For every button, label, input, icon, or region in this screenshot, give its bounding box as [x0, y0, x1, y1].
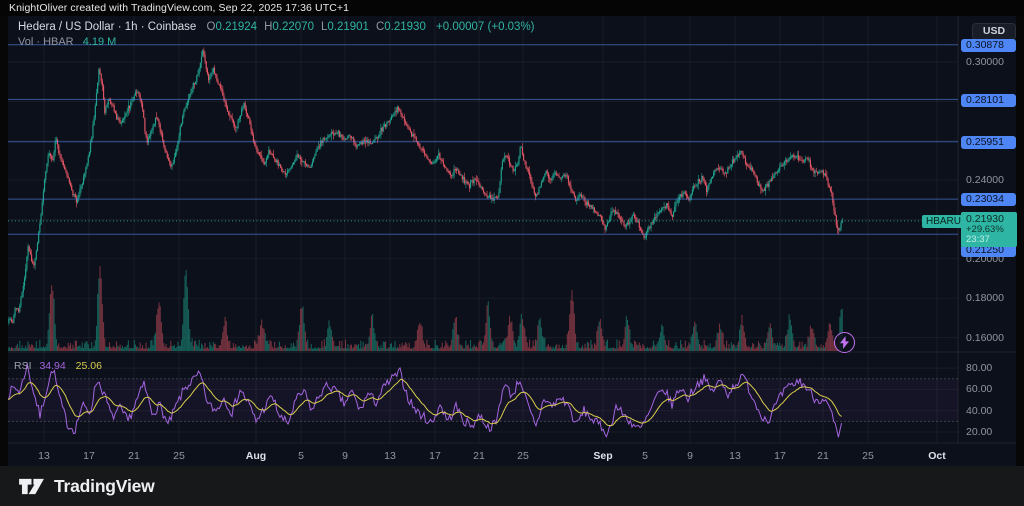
chart-plot[interactable]	[8, 16, 1016, 466]
symbol-title[interactable]: Hedera / US Dollar · 1h · Coinbase	[18, 21, 196, 33]
watermark-bar: KnightOliver created with TradingView.co…	[0, 0, 1024, 16]
time-axis-label: 13	[384, 450, 396, 462]
rsi-ma-value: 25.06	[75, 360, 102, 372]
watermark-text: KnightOliver created with TradingView.co…	[9, 2, 350, 14]
rsi-label[interactable]: RSI	[14, 360, 32, 372]
ohlc-field-value: 0.21924	[215, 21, 258, 33]
rsi-axis-label: 60.00	[966, 383, 993, 396]
ohlc-values: O0.21924 H0.22070 L0.21901 C0.21930	[200, 21, 426, 33]
level-price-label[interactable]: 0.25951	[961, 135, 1016, 149]
chart-canvas[interactable]: Hedera / US Dollar · 1h · Coinbase O0.21…	[8, 16, 1017, 466]
time-axis-label: 13	[729, 450, 741, 462]
time-axis-label: 17	[429, 450, 441, 462]
time-axis-label: 13	[38, 450, 50, 462]
time-axis-label: 9	[687, 450, 693, 462]
time-axis-label: 5	[642, 450, 648, 462]
brand-name[interactable]: TradingView	[54, 476, 155, 497]
time-axis-label: 9	[342, 450, 348, 462]
rsi-value: 34.94	[39, 360, 66, 372]
price-axis-label: 0.16000	[966, 331, 1004, 344]
tradingview-logo-icon[interactable]	[18, 476, 45, 497]
current-price-label: 0.21930 +29.63% 23:37	[961, 212, 1017, 247]
time-axis-label: Aug	[245, 450, 267, 462]
ohlc-field-value: 0.21901	[327, 21, 369, 33]
time-axis-label: 21	[817, 450, 829, 462]
price-axis-label: 0.24000	[966, 174, 1004, 187]
rsi-legend: RSI 34.94 25.06	[14, 360, 102, 372]
rsi-axis-label: 80.00	[966, 362, 993, 375]
rsi-axis-label: 20.00	[966, 426, 993, 438]
rsi-axis-label: 40.00	[966, 404, 993, 417]
level-price-label[interactable]: 0.30878	[961, 38, 1016, 52]
time-axis-label: 5	[298, 450, 304, 462]
ohlc-field-value: 0.22070	[272, 21, 314, 33]
level-price-label[interactable]: 0.23034	[961, 192, 1016, 206]
time-axis-label: 21	[473, 450, 485, 462]
ohlc-field-value: 0.21930	[384, 21, 426, 33]
symbol-legend: Hedera / US Dollar · 1h · Coinbase O0.21…	[18, 21, 535, 48]
quick-trade-button[interactable]	[834, 332, 855, 353]
brand-bar: TradingView	[0, 466, 1024, 506]
volume-label[interactable]: Vol · HBAR	[18, 36, 74, 48]
tradingview-screenshot: KnightOliver created with TradingView.co…	[0, 0, 1024, 506]
time-axis-label: 25	[173, 450, 185, 462]
price-change: +0.00007 (+0.03%)	[436, 21, 535, 33]
currency-toggle-usd[interactable]: USD	[972, 23, 1016, 40]
time-axis-label: 17	[774, 450, 786, 462]
price-axis-label: 0.30000	[966, 56, 1004, 68]
level-price-label[interactable]: 0.28101	[961, 93, 1016, 107]
time-axis-label: 17	[83, 450, 95, 462]
volume-value: 4.19 M	[82, 36, 117, 48]
lightning-icon	[840, 336, 849, 349]
time-axis-label: 25	[517, 450, 529, 462]
currency-label: USD	[982, 25, 1006, 37]
time-axis-label: 21	[128, 450, 140, 462]
time-axis-label: 25	[862, 450, 874, 462]
bar-countdown: 23:37	[966, 234, 990, 245]
time-axis-label: Oct	[928, 450, 946, 462]
ohlc-field-label: O	[206, 21, 216, 33]
price-axis-label: 0.18000	[966, 292, 1004, 305]
time-axis-label: Sep	[593, 450, 613, 462]
